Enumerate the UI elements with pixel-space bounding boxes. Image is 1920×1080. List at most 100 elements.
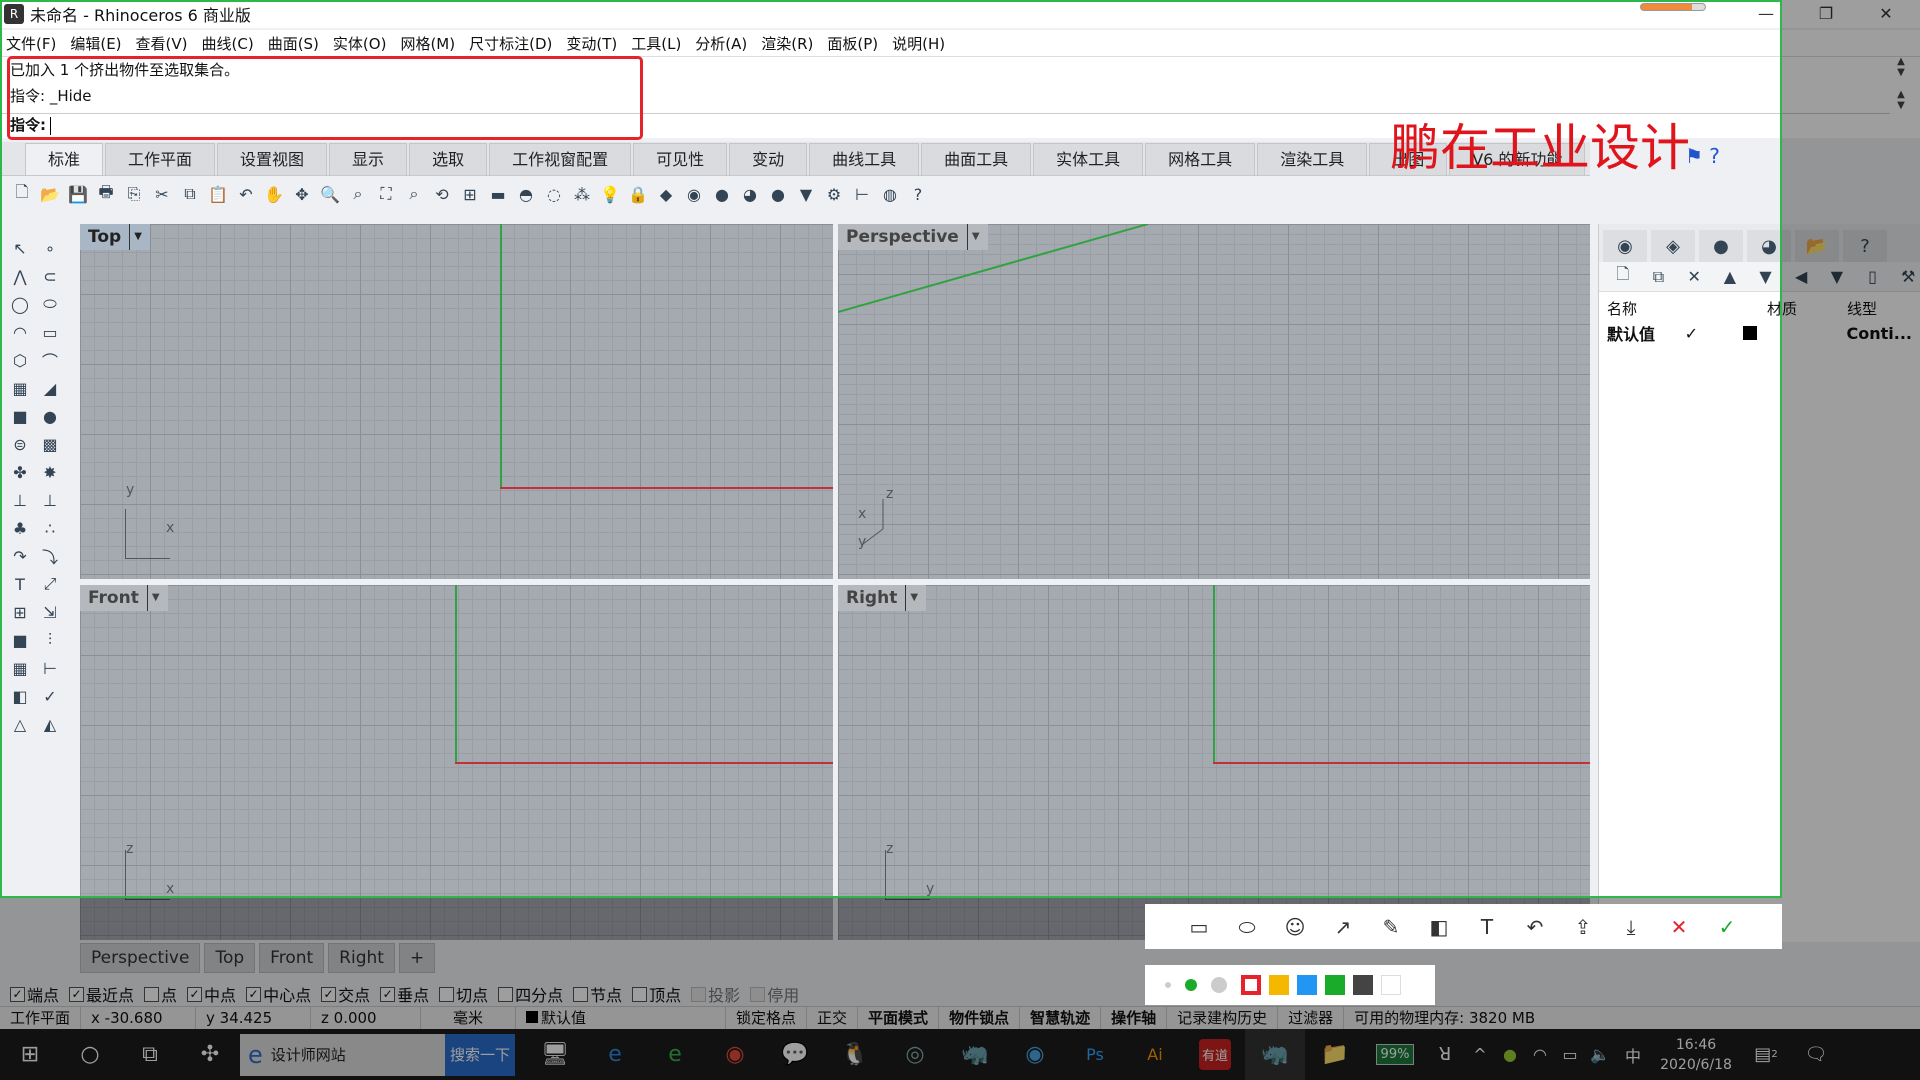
- mesh-icon[interactable]: △: [6, 712, 34, 736]
- curve-icon[interactable]: ⊂: [36, 264, 64, 288]
- options-gear-icon[interactable]: ⚙: [822, 182, 846, 206]
- tab-3[interactable]: 显示: [329, 143, 408, 175]
- group-icon[interactable]: ♣: [6, 516, 34, 540]
- chevron-down-icon[interactable]: ▼: [146, 585, 160, 611]
- orient-icon[interactable]: ⇲: [36, 600, 64, 624]
- polygon-icon[interactable]: ⬡: [6, 348, 34, 372]
- help-icon[interactable]: ?: [906, 182, 930, 206]
- box-icon[interactable]: ■: [6, 404, 34, 428]
- move-view-icon[interactable]: ✥: [290, 182, 314, 206]
- trim-icon[interactable]: ⊥: [36, 488, 64, 512]
- viewport-label[interactable]: Top ▼: [80, 224, 150, 250]
- cancel-icon[interactable]: ✕: [1655, 915, 1703, 939]
- cut-icon[interactable]: ✂: [150, 182, 174, 206]
- arc-icon[interactable]: ◠: [6, 320, 34, 344]
- tab-0[interactable]: 标准: [25, 143, 104, 175]
- menu-item[interactable]: 说明(H): [892, 33, 945, 54]
- color-wheel-icon[interactable]: ◉: [682, 182, 706, 206]
- menu-item[interactable]: 曲线(C): [202, 33, 254, 54]
- render-preview-icon[interactable]: ●: [766, 182, 790, 206]
- chevron-down-icon[interactable]: ▼: [129, 224, 142, 250]
- four-view-icon[interactable]: ⊞: [458, 182, 482, 206]
- brush-size-small[interactable]: [1165, 982, 1171, 988]
- viewport-label[interactable]: Front ▼: [80, 585, 168, 611]
- extrude-face-icon[interactable]: ⫶: [36, 628, 64, 652]
- split-icon[interactable]: ⊥: [6, 488, 34, 512]
- save-icon[interactable]: 💾: [66, 182, 90, 206]
- surface-edge-icon[interactable]: ◢: [36, 376, 64, 400]
- color-wheel-icon[interactable]: ◉: [1603, 230, 1647, 262]
- array-icon[interactable]: ⊞: [6, 600, 34, 624]
- menu-item[interactable]: 分析(A): [695, 33, 747, 54]
- dimension-icon[interactable]: ⊢: [850, 182, 874, 206]
- menu-item[interactable]: 变动(T): [566, 33, 617, 54]
- flip-icon[interactable]: ◧: [6, 684, 34, 708]
- fillet-curve-icon[interactable]: ⌒: [36, 348, 64, 372]
- emoji-icon[interactable]: ☺: [1271, 915, 1319, 939]
- print-icon[interactable]: 🖶: [94, 182, 118, 206]
- pan-icon[interactable]: ✋: [262, 182, 286, 206]
- move-down-icon[interactable]: ▼: [1754, 265, 1778, 289]
- undo-icon[interactable]: ↶: [234, 182, 258, 206]
- rectangle-icon[interactable]: ▭: [36, 320, 64, 344]
- confirm-icon[interactable]: ✓: [1703, 915, 1751, 939]
- globe-icon[interactable]: ◍: [878, 182, 902, 206]
- color-swatch[interactable]: [1353, 975, 1373, 995]
- snap-icon[interactable]: ⁂: [570, 182, 594, 206]
- filter-icon[interactable]: ▼: [794, 182, 818, 206]
- color-swatch[interactable]: [1297, 975, 1317, 995]
- text-icon[interactable]: T: [6, 572, 34, 596]
- copy-icon[interactable]: ⧉: [178, 182, 202, 206]
- lock-icon[interactable]: 🔒: [626, 182, 650, 206]
- paste-icon[interactable]: 📋: [206, 182, 230, 206]
- ellipse-icon[interactable]: ⬭: [1223, 915, 1271, 939]
- layer-color-swatch[interactable]: [1742, 326, 1757, 340]
- zoom-in-icon[interactable]: 🔍: [318, 182, 342, 206]
- offset-curve-icon[interactable]: ⤵: [36, 544, 64, 568]
- zoom-selected-icon[interactable]: ⌕: [402, 182, 426, 206]
- current-layer-check[interactable]: ✓: [1685, 324, 1743, 343]
- circle-icon[interactable]: ◯: [6, 292, 34, 316]
- color-swatch[interactable]: [1325, 975, 1345, 995]
- ellipse-icon[interactable]: ⬭: [36, 292, 64, 316]
- select-icon[interactable]: ↖: [6, 236, 34, 260]
- menu-item[interactable]: 查看(V): [136, 33, 188, 54]
- tab-6[interactable]: 可见性: [633, 143, 728, 175]
- light-icon[interactable]: 💡: [598, 182, 622, 206]
- color-swatch[interactable]: [1269, 975, 1289, 995]
- scale-icon[interactable]: ⤢: [36, 572, 64, 596]
- surface-points-icon[interactable]: ▦: [6, 376, 34, 400]
- chevron-down-icon[interactable]: ▼: [966, 224, 980, 250]
- tab-7[interactable]: 变动: [729, 143, 808, 175]
- viewport-top[interactable]: y x Top ▼: [80, 224, 833, 579]
- material-icon[interactable]: ●: [1699, 230, 1743, 262]
- menu-item[interactable]: 文件(F): [6, 33, 56, 54]
- menu-item[interactable]: 编辑(E): [70, 33, 121, 54]
- tab-10[interactable]: 实体工具: [1033, 143, 1144, 175]
- render-icon[interactable]: ◕: [738, 182, 762, 206]
- render-tool-icon[interactable]: ◭: [36, 712, 64, 736]
- viewport-perspective[interactable]: z x y Perspective ▼: [838, 224, 1590, 579]
- offset-icon[interactable]: ↷: [6, 544, 34, 568]
- rectangle-icon[interactable]: ▭: [1175, 915, 1223, 939]
- color-swatch[interactable]: [1241, 975, 1261, 995]
- menu-item[interactable]: 工具(L): [631, 33, 681, 54]
- pen-icon[interactable]: ✎: [1367, 915, 1415, 939]
- zoom-window-icon[interactable]: ⌕: [346, 182, 370, 206]
- hide-icon[interactable]: ▬: [486, 182, 510, 206]
- import-icon[interactable]: ⎘: [122, 182, 146, 206]
- layers-icon[interactable]: ◈: [1651, 230, 1695, 262]
- extrude-icon[interactable]: ⊜: [6, 432, 34, 456]
- menu-item[interactable]: 面板(P): [827, 33, 878, 54]
- text-icon[interactable]: T: [1463, 915, 1511, 939]
- isolate-icon[interactable]: ◌: [542, 182, 566, 206]
- tab-4[interactable]: 选取: [409, 143, 488, 175]
- polyline-icon[interactable]: ⋀: [6, 264, 34, 288]
- menu-item[interactable]: 渲染(R): [761, 33, 813, 54]
- move-up-icon[interactable]: ▲: [1718, 265, 1742, 289]
- grid-array-icon[interactable]: ▦: [6, 656, 34, 680]
- tab-5[interactable]: 工作视窗配置: [489, 143, 632, 175]
- menu-item[interactable]: 尺寸标注(D): [469, 33, 552, 54]
- check-icon[interactable]: ✓: [36, 684, 64, 708]
- viewport-front[interactable]: z x Front ▼: [80, 585, 833, 940]
